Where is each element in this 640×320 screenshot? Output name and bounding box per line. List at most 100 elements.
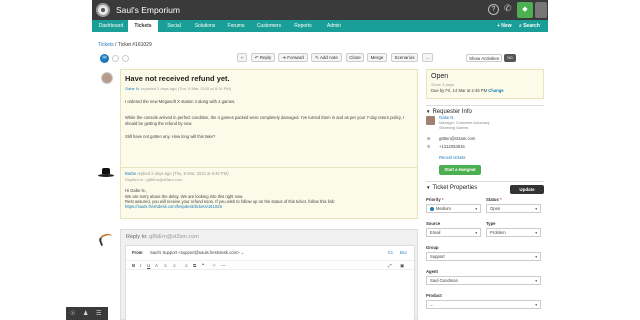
due-by-text: Due by Fri, 14 Mar at 2:45 PM: [431, 88, 488, 93]
quote-icon[interactable]: ❝: [202, 263, 204, 269]
from-value: Saul's Support <support@sauls.freshdesk.…: [150, 250, 240, 255]
priority-label-text: Priority: [426, 197, 441, 202]
phone-icon[interactable]: ✆: [504, 3, 512, 14]
ticket-description: Have not received refund yet. Gabe N. re…: [120, 69, 418, 181]
star-button[interactable]: ☆: [237, 53, 247, 62]
recent-tickets-link[interactable]: Recent tickets: [439, 155, 465, 160]
logo-icon[interactable]: [96, 3, 110, 17]
right-panel: Open Since 3 days Due by Fri, 14 Mar at …: [426, 69, 544, 320]
status-label: Status *: [486, 197, 502, 202]
requester-photo: [426, 116, 435, 125]
reply-greeting: Hi Gabe N.,: [125, 188, 147, 193]
flag-icon[interactable]: ⚐: [212, 263, 216, 269]
shield-icon[interactable]: ◆: [517, 2, 533, 18]
help-icon[interactable]: ?: [488, 4, 499, 15]
status-label-text: Status: [486, 197, 499, 202]
chevron-down-icon: ▼: [534, 303, 538, 307]
app-title: Saul's Emporium: [116, 5, 180, 15]
bullet-list-button[interactable]: ≡: [164, 263, 167, 268]
from-select[interactable]: Saul's Support <support@sauls.freshdesk.…: [150, 250, 244, 255]
change-due-link[interactable]: Change: [488, 88, 503, 93]
image-upload-icon[interactable]: ▣: [400, 263, 404, 269]
chevron-down-icon: ▼: [474, 207, 478, 211]
close-button[interactable]: Close: [346, 53, 364, 62]
from-label: From: [132, 250, 143, 255]
menu-icon[interactable]: ☰: [96, 310, 101, 317]
product-select[interactable]: ... ▼: [426, 300, 541, 309]
add-note-button[interactable]: ✎ Add note: [311, 53, 342, 62]
replied-to: Replied to : g8bEm@st3sm.com: [125, 177, 183, 182]
nav-solutions[interactable]: Solutions: [190, 20, 220, 32]
ticket-paragraph-3: Still have not gotten any. How long will…: [125, 134, 216, 139]
numbered-list-button[interactable]: ≡: [173, 263, 176, 268]
next-ticket-icon[interactable]: [122, 55, 129, 62]
search-button[interactable]: ⌕ Search: [519, 20, 540, 32]
reply-label: Reply: [259, 55, 272, 60]
editor-body[interactable]: From Saul's Support <support@sauls.fresh…: [125, 245, 415, 320]
update-button[interactable]: Update: [510, 185, 544, 194]
reply-to-label: Reply to:: [126, 234, 148, 240]
priority-label: Priority *: [426, 197, 443, 202]
add-note-label: Add note: [319, 55, 338, 60]
underline-button[interactable]: U: [147, 263, 150, 268]
merge-button[interactable]: Merge: [367, 53, 387, 62]
priority-select[interactable]: Medium ▼: [426, 204, 481, 213]
ticket-author-link[interactable]: Gabe N.: [125, 86, 140, 91]
nav-tickets[interactable]: Tickets: [128, 20, 158, 32]
required-marker: *: [499, 197, 502, 202]
cc-link[interactable]: Cc: [388, 250, 393, 255]
hat-brim-shape: [98, 174, 114, 177]
breadcrumb-current: / Ticket #161029: [113, 42, 152, 48]
prev-ticket-icon[interactable]: [112, 55, 119, 62]
group-select[interactable]: Support ▼: [426, 252, 541, 261]
emoji-icon[interactable]: ☺: [184, 263, 189, 268]
nav-dashboard[interactable]: Dashboard: [96, 20, 126, 32]
format-toolbar: B I U A ≡ ≡ ☺ ⧉ ❝ ⚐ — ⤢ ▣: [126, 260, 414, 270]
main-nav: Dashboard Tickets Social Solutions Forum…: [92, 20, 548, 32]
type-select[interactable]: Problem ▼: [486, 228, 541, 237]
reply-author: Barbe replied 2 days ago (Thu, 9 Mar, 20…: [125, 171, 229, 176]
image-icon[interactable]: ⧉: [193, 263, 196, 268]
more-button[interactable]: ...: [422, 53, 433, 62]
font-color-button[interactable]: A: [155, 263, 158, 268]
forward-button[interactable]: ➜ Forward: [278, 53, 308, 62]
nav-customers[interactable]: Customers: [252, 20, 286, 32]
divider-icon[interactable]: —: [221, 263, 226, 268]
nav-forums[interactable]: Forums: [222, 20, 250, 32]
agent-select[interactable]: Saul Goodman ▼: [426, 276, 541, 285]
source-select[interactable]: Email ▼: [426, 228, 481, 237]
status-value: Open: [490, 206, 501, 211]
collapse-triangle-icon: ▼: [426, 109, 431, 114]
start-hangout-button[interactable]: Start a Hangout: [439, 165, 481, 175]
nav-reports[interactable]: Reports: [288, 20, 318, 32]
reply-author-link[interactable]: Barbe: [125, 171, 136, 176]
github-icon[interactable]: ☉: [70, 310, 75, 317]
breadcrumb-tickets-link[interactable]: Tickets: [98, 42, 114, 48]
requester-name-link[interactable]: Gabe N.: [439, 115, 455, 120]
ticket-properties-heading[interactable]: ▼ Ticket Properties: [426, 185, 477, 191]
separator: [426, 105, 544, 106]
nav-admin[interactable]: Admin: [320, 20, 348, 32]
phone-icon: ✆: [427, 144, 431, 149]
bold-button[interactable]: B: [132, 263, 135, 268]
fullscreen-icon[interactable]: ⤢: [388, 263, 392, 268]
nav-social[interactable]: Social: [160, 20, 188, 32]
reply-button[interactable]: ↶ Reply: [251, 53, 275, 62]
new-button[interactable]: + New: [497, 20, 512, 32]
separator: [426, 181, 544, 182]
ticket-meta-text: reported 2 days ago (Thu, 9 Mar, 2015 at…: [139, 86, 232, 91]
show-activities-toggle[interactable]: NO: [504, 54, 516, 62]
status-select[interactable]: Open ▼: [486, 204, 541, 213]
avatar[interactable]: [535, 2, 547, 18]
user-icon[interactable]: ♟: [83, 310, 88, 317]
reply-author-meta: replied 2 days ago (Thu, 9 Mar, 2015 at …: [136, 171, 229, 176]
reply-to-address: g8bEm@st3sm.com: [147, 234, 199, 240]
chevron-down-icon: ▼: [474, 231, 478, 235]
bcc-link[interactable]: Bcc: [400, 250, 407, 255]
reply-ticket-link[interactable]: https://sauls.freshdesk.com/helpdesk/tic…: [125, 204, 413, 209]
source-value: Email: [430, 230, 441, 235]
scenarios-button[interactable]: Scenarios: [391, 53, 418, 62]
due-by: Due by Fri, 14 Mar at 2:45 PM Change: [431, 88, 504, 93]
agent-reply: Barbe replied 2 days ago (Thu, 9 Mar, 20…: [120, 167, 418, 219]
italic-button[interactable]: I: [140, 263, 141, 268]
